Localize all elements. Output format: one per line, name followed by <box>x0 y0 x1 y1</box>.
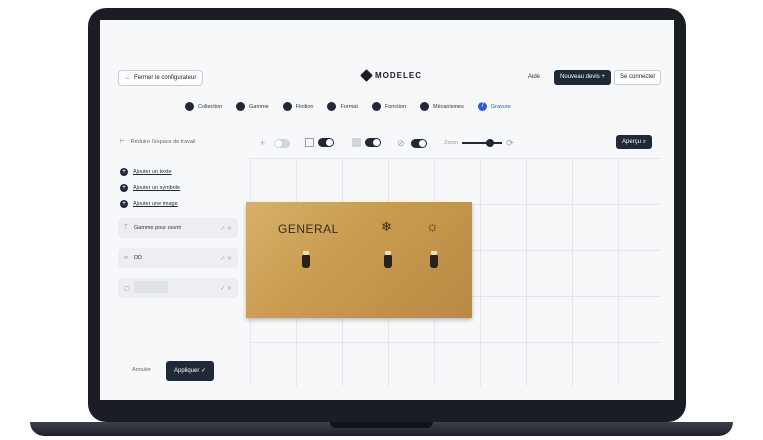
brand-name: MODELEC <box>375 71 422 80</box>
step-label: Fonction <box>384 103 406 110</box>
sun-icon: ☼ <box>426 218 439 234</box>
crosshair-toggle[interactable] <box>274 138 290 148</box>
close-configurator-label: Fermer le configurateur <box>134 75 197 81</box>
add-symbol-label: Ajouter un symbole <box>133 185 181 191</box>
layer-item[interactable]: ∞ DD ✓ ✕ <box>118 248 238 268</box>
zoom-slider-handle[interactable] <box>486 139 495 147</box>
layer-text <box>134 281 220 295</box>
toggle-switch <box>384 251 392 268</box>
preview-label: Aperçu <box>622 139 642 145</box>
step-check-icon <box>327 102 337 111</box>
switch-plate-preview[interactable]: GENERAL ❄ ☼ <box>246 202 472 318</box>
step-collection[interactable]: Collection <box>185 102 222 111</box>
snowflake-icon: ❄ <box>381 219 392 234</box>
grid-icon <box>305 138 314 147</box>
layer-actions-icon[interactable]: ✓ ✕ <box>220 285 232 292</box>
step-check-icon <box>371 102 381 111</box>
laptop-notch <box>330 422 433 428</box>
login-button[interactable]: Se connecter <box>614 70 662 85</box>
step-check-icon <box>185 102 194 111</box>
step-label: Gravure <box>490 103 511 110</box>
add-actions: + Ajouter un texte + Ajouter un symbole … <box>120 164 180 212</box>
background-toggle-group <box>352 138 381 147</box>
step-check-icon <box>236 102 246 111</box>
new-quote-button[interactable]: Nouveau devis + <box>554 70 611 85</box>
hide-toggle-group: ⊘ <box>397 138 427 148</box>
step-fonction[interactable]: Fonction <box>371 102 406 111</box>
zoom-control: Zoom ⟳ <box>444 138 516 148</box>
plate-engraving-text: GENERAL <box>278 222 339 236</box>
collapse-hint: Réduire l'espace de travail <box>130 139 196 145</box>
add-image-button[interactable]: + Ajouter une image <box>120 196 180 212</box>
plus-icon: + <box>120 168 128 176</box>
brand-logo[interactable]: MODELEC <box>360 69 422 82</box>
step-label: Format <box>340 103 358 110</box>
plus-icon: + <box>120 200 128 208</box>
layer-actions-icon[interactable]: ✓ ✕ <box>220 225 232 232</box>
apply-button[interactable]: Appliquer ✓ <box>166 361 215 381</box>
add-text-button[interactable]: + Ajouter un texte <box>120 164 180 180</box>
brand-mark-icon <box>360 69 373 82</box>
step-format[interactable]: Format <box>327 102 358 111</box>
grid-toggle[interactable] <box>318 138 334 147</box>
layer-item[interactable]: T Gamme pour ouvrir ✓ ✕ <box>118 218 238 238</box>
add-symbol-button[interactable]: + Ajouter un symbole <box>120 180 180 196</box>
plus-icon: + <box>120 184 128 192</box>
preview-button[interactable]: Aperçu ⌕ <box>616 135 653 149</box>
layer-actions-icon[interactable]: ✓ ✕ <box>220 255 232 262</box>
arrow-left-icon: ← <box>125 75 131 81</box>
zoom-slider[interactable] <box>462 139 503 147</box>
image-layer-icon: ▢ <box>124 285 130 292</box>
step-label: Mécanismes <box>432 103 464 110</box>
layer-item[interactable]: ▢ ✓ ✕ <box>118 278 238 298</box>
layer-text: Gamme pour ouvrir <box>134 225 182 231</box>
step-label: Finition <box>295 103 314 110</box>
help-link[interactable]: Aide <box>528 74 540 80</box>
image-placeholder[interactable] <box>134 281 168 293</box>
step-label: Collection <box>198 103 223 110</box>
crosshair-toggle-group: + <box>260 138 290 148</box>
hide-toggle[interactable] <box>411 138 427 148</box>
cancel-button[interactable]: Annuler <box>132 367 151 373</box>
background-toggle[interactable] <box>365 138 381 147</box>
step-finition[interactable]: Finition <box>282 102 314 111</box>
add-image-label: Ajouter une image <box>133 201 178 207</box>
crosshair-icon: + <box>260 138 266 148</box>
configurator-stepper: Collection Gamme Finition Format Fonctio… <box>185 102 511 111</box>
square-icon <box>352 138 361 147</box>
step-check-icon <box>282 102 292 111</box>
step-label: Gamme <box>249 103 269 110</box>
step-gamme[interactable]: Gamme <box>236 102 269 111</box>
close-configurator-button[interactable]: ← Fermer le configurateur <box>118 70 204 86</box>
step-number: 7 <box>477 102 487 111</box>
toggle-switch <box>430 251 438 268</box>
no-symbol-icon: ⊘ <box>397 138 405 148</box>
layer-text: DD <box>134 255 142 261</box>
collapse-icon: ⊢ <box>120 139 125 145</box>
collapse-workspace-button[interactable]: ⊢ Réduire l'espace de travail <box>120 139 195 145</box>
zoom-reset-icon[interactable]: ⟳ <box>506 138 516 148</box>
symbol-layer-icon: ∞ <box>124 255 129 261</box>
magnifier-icon: ⌕ <box>642 139 647 145</box>
zoom-label: Zoom <box>444 140 459 146</box>
step-gravure[interactable]: 7 Gravure <box>477 102 511 111</box>
toggle-switch <box>302 251 310 268</box>
text-layer-icon: T <box>124 225 128 231</box>
grid-toggle-group <box>305 138 334 147</box>
add-text-label: Ajouter un texte <box>133 169 172 175</box>
step-check-icon <box>419 102 429 111</box>
step-mecanismes[interactable]: Mécanismes <box>419 102 464 111</box>
